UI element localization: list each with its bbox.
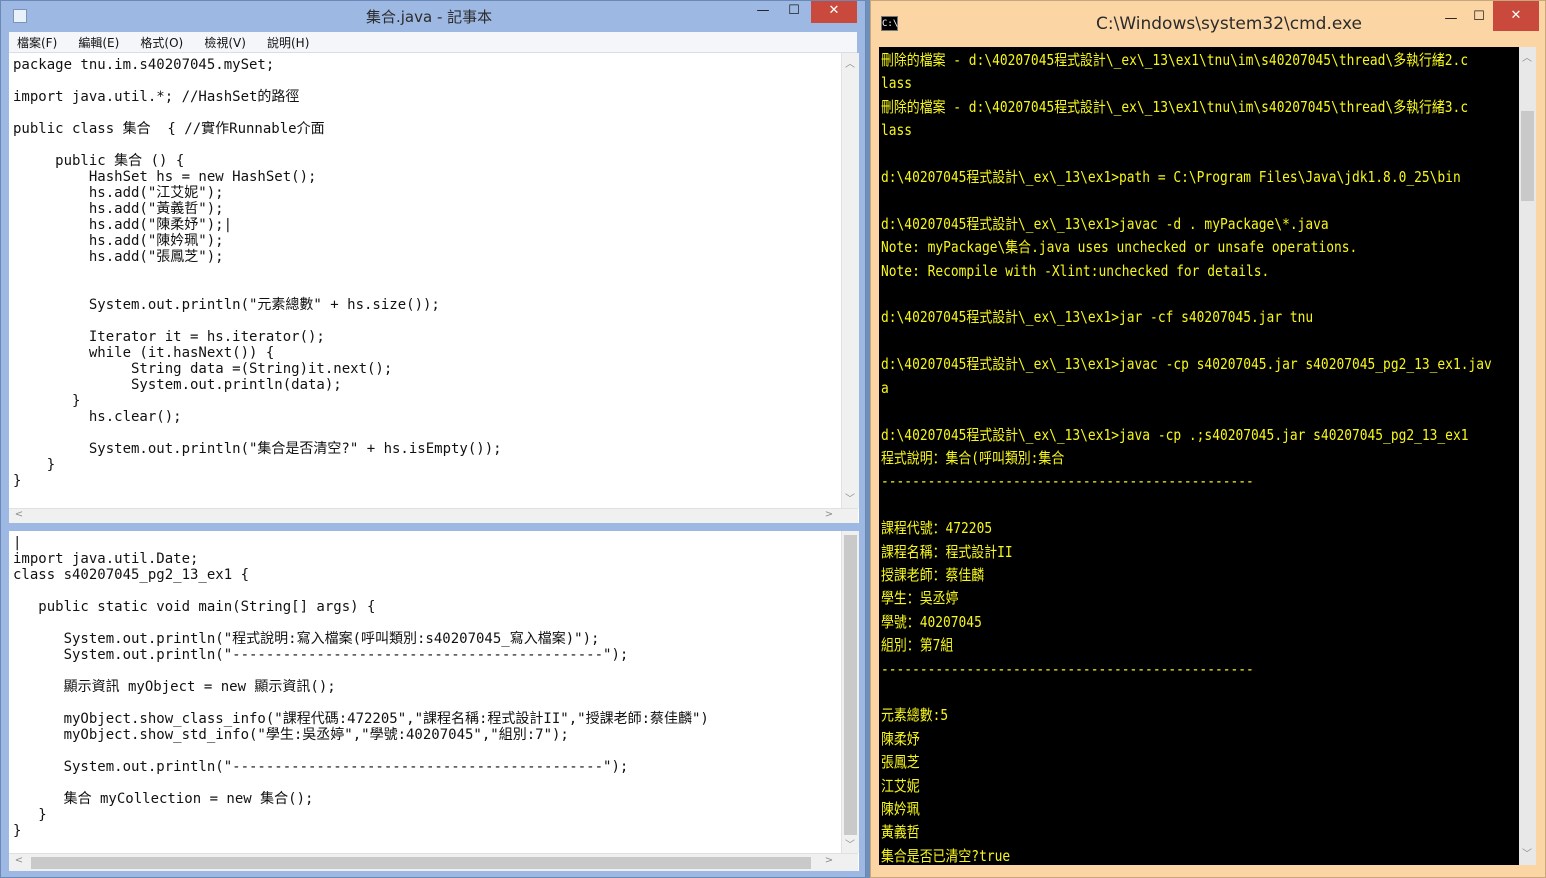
scroll-left-icon[interactable]: < xyxy=(11,855,27,866)
bottom-vertical-scroll-thumb[interactable] xyxy=(844,535,857,835)
bottom-horizontal-scrollbar[interactable]: < > xyxy=(9,853,858,871)
scroll-right-icon[interactable]: > xyxy=(821,509,837,520)
menu-file[interactable]: 檔案(F) xyxy=(9,33,65,53)
scroll-up-icon[interactable]: ︿ xyxy=(1519,49,1535,64)
menu-view[interactable]: 檢視(V) xyxy=(196,33,254,53)
scroll-left-icon[interactable]: < xyxy=(11,509,27,520)
notepad-app-icon xyxy=(13,9,27,23)
cmd-vertical-scrollbar[interactable]: ︿ ﹀ xyxy=(1519,47,1536,865)
cmd-titlebar[interactable]: C:\ C:\Windows\system32\cmd.exe — ☐ ✕ xyxy=(871,1,1545,47)
bottom-code-text[interactable]: | import java.util.Date; class s40207045… xyxy=(13,535,709,839)
notepad-titlebar[interactable]: 集合.java - 記事本 — ☐ ✕ xyxy=(1,1,865,31)
menu-help[interactable]: 說明(H) xyxy=(259,33,317,53)
cmd-app-icon: C:\ xyxy=(881,16,898,31)
scroll-down-icon[interactable]: ﹀ xyxy=(842,490,858,505)
bottom-editor-pane[interactable]: | import java.util.Date; class s40207045… xyxy=(9,531,859,871)
top-editor-pane[interactable]: package tnu.im.s40207045.mySet; import j… xyxy=(9,53,859,523)
menu-edit[interactable]: 編輯(E) xyxy=(70,33,127,53)
scroll-up-icon[interactable]: ︿ xyxy=(842,55,858,70)
top-code-text[interactable]: package tnu.im.s40207045.mySet; import j… xyxy=(13,57,502,489)
cmd-console[interactable]: 刪除的檔案 - d:\40207045程式設計\_ex\_13\ex1\tnu\… xyxy=(879,47,1519,865)
notepad-title: 集合.java - 記事本 xyxy=(366,8,493,26)
minimize-icon[interactable]: — xyxy=(1437,9,1465,31)
close-icon[interactable]: ✕ xyxy=(811,1,857,23)
scroll-right-icon[interactable]: > xyxy=(821,855,837,866)
minimize-icon[interactable]: — xyxy=(749,1,777,23)
maximize-icon[interactable]: ☐ xyxy=(780,1,808,23)
menu-format[interactable]: 格式(O) xyxy=(132,33,191,53)
close-icon[interactable]: ✕ xyxy=(1493,1,1539,31)
cmd-output-text: 刪除的檔案 - d:\40207045程式設計\_ex\_13\ex1\tnu\… xyxy=(881,49,1492,865)
scroll-down-icon[interactable]: ﹀ xyxy=(842,836,858,851)
top-vertical-scrollbar[interactable]: ︿ ﹀ xyxy=(841,53,859,508)
cmd-output: 刪除的檔案 - d:\40207045程式設計\_ex\_13\ex1\tnu\… xyxy=(881,51,1492,865)
maximize-icon[interactable]: ☐ xyxy=(1465,7,1493,29)
notepad-window: 集合.java - 記事本 — ☐ ✕ 檔案(F) 編輯(E) 格式(O) 檢視… xyxy=(0,0,866,878)
cmd-title: C:\Windows\system32\cmd.exe xyxy=(1096,14,1363,34)
top-horizontal-scrollbar[interactable]: < > xyxy=(9,508,858,523)
notepad-menubar: 檔案(F) 編輯(E) 格式(O) 檢視(V) 說明(H) xyxy=(9,32,857,53)
bottom-vertical-scrollbar[interactable]: ﹀ xyxy=(841,531,859,853)
cmd-window: C:\ C:\Windows\system32\cmd.exe — ☐ ✕ 刪除… xyxy=(870,0,1546,878)
scroll-down-icon[interactable]: ﹀ xyxy=(1519,845,1535,860)
bottom-horizontal-scroll-thumb[interactable] xyxy=(31,857,811,869)
cmd-vertical-scroll-thumb[interactable] xyxy=(1521,111,1534,201)
